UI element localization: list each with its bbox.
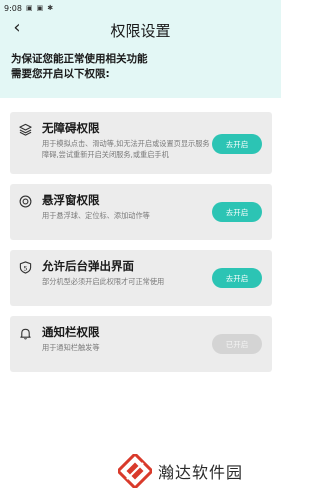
permission-description: 用于模拟点击、滑动等,如无法开启或设置页显示服务障碍,尝试重新开启关闭服务,或重… bbox=[42, 139, 210, 159]
status-time: 9:08 bbox=[4, 3, 22, 13]
float-window-icon bbox=[18, 194, 32, 208]
permission-card-accessibility: 无障碍权限 用于模拟点击、滑动等,如无法开启或设置页显示服务障碍,尝试重新开启关… bbox=[10, 112, 272, 174]
shield-icon: 5 bbox=[18, 260, 32, 274]
permission-title: 允许后台弹出界面 bbox=[42, 259, 134, 273]
enable-background-popup-button[interactable]: 去开启 bbox=[212, 268, 262, 288]
notification-icon: ▣ bbox=[25, 4, 33, 12]
permission-title: 通知栏权限 bbox=[42, 325, 100, 339]
bug-icon: ✱ bbox=[47, 4, 54, 12]
permission-card-background-popup: 5 允许后台弹出界面 部分机型必须开启此权限才可正常使用 去开启 bbox=[10, 250, 272, 306]
enable-accessibility-button[interactable]: 去开启 bbox=[212, 134, 262, 154]
page-title: 权限设置 bbox=[110, 22, 171, 40]
watermark-logo-icon bbox=[115, 451, 155, 491]
permission-card-notification: 通知栏权限 用于通知栏触发等 已开启 bbox=[10, 316, 272, 372]
permission-title: 无障碍权限 bbox=[42, 121, 100, 135]
permission-title: 悬浮窗权限 bbox=[42, 193, 100, 207]
watermark: 瀚达软件园 bbox=[115, 451, 244, 491]
bell-icon bbox=[18, 326, 32, 340]
layers-icon bbox=[18, 122, 32, 136]
permission-description: 用于悬浮球、定位标、添加动作等 bbox=[42, 211, 150, 220]
watermark-text: 瀚达软件园 bbox=[158, 463, 244, 482]
enable-floating-window-button[interactable]: 去开启 bbox=[212, 202, 262, 222]
intro-text: 为保证您能正常使用相关功能 需要您开启以下权限: bbox=[11, 52, 273, 82]
permission-description: 部分机型必须开启此权限才可正常使用 bbox=[42, 277, 165, 286]
status-bar: 9:08 ▣ ▣ ✱ bbox=[4, 2, 53, 14]
svg-text:5: 5 bbox=[23, 264, 27, 272]
intro-line-1: 为保证您能正常使用相关功能 bbox=[11, 53, 148, 65]
header-background bbox=[0, 0, 281, 98]
intro-line-2: 需要您开启以下权限: bbox=[11, 68, 110, 80]
permission-card-floating-window: 悬浮窗权限 用于悬浮球、定位标、添加动作等 去开启 bbox=[10, 184, 272, 240]
notification-icon: ▣ bbox=[36, 4, 44, 12]
permission-description: 用于通知栏触发等 bbox=[42, 343, 100, 352]
notification-enabled-button: 已开启 bbox=[212, 334, 262, 354]
